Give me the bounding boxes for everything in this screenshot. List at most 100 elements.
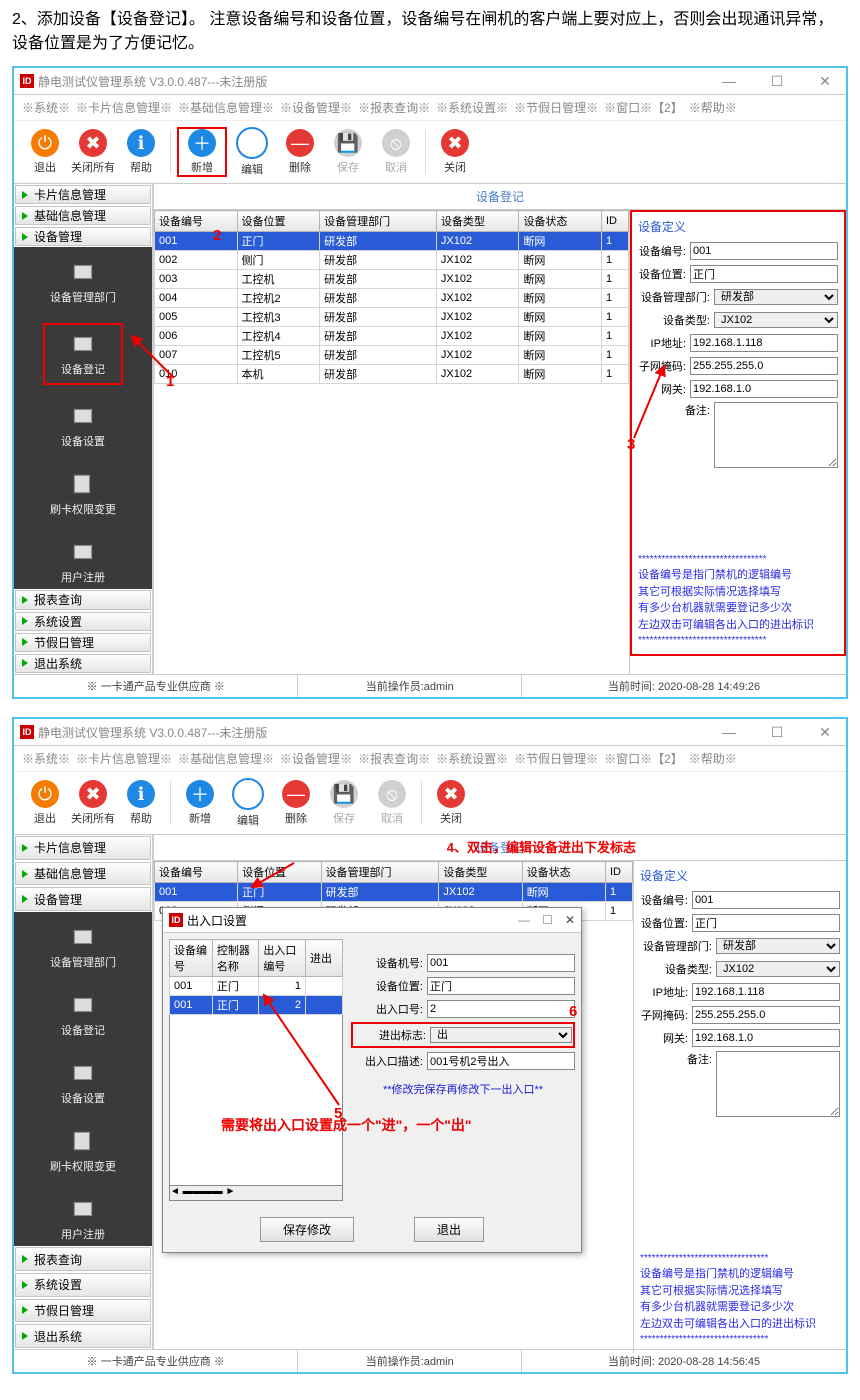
- menu-report[interactable]: ※报表查询※: [358, 750, 430, 767]
- input-mask[interactable]: [690, 357, 838, 375]
- table-row[interactable]: 001正门1: [170, 977, 343, 996]
- nav-item-device-setting[interactable]: 设备设置: [57, 1056, 109, 1110]
- edit-button[interactable]: ✎编辑: [229, 127, 275, 177]
- select-type[interactable]: JX102: [716, 961, 840, 977]
- minimize-button[interactable]: —: [714, 724, 744, 741]
- table-row[interactable]: 004工控机2研发部JX102断网1: [155, 289, 629, 308]
- input-device-pos[interactable]: [692, 914, 840, 932]
- device-table[interactable]: 设备编号设备位置设备管理部门设备类型设备状态ID 001正门研发部JX102断网…: [154, 210, 629, 384]
- exit-button[interactable]: ⏻退出: [22, 129, 68, 175]
- close-button[interactable]: ✖关闭: [432, 129, 478, 175]
- menu-system[interactable]: ※系统※: [22, 750, 70, 767]
- menu-basic[interactable]: ※基础信息管理※: [178, 750, 274, 767]
- menu-device[interactable]: ※设备管理※: [280, 99, 352, 116]
- menu-holiday[interactable]: ※节假日管理※: [514, 750, 598, 767]
- help-button[interactable]: ℹ帮助: [118, 129, 164, 175]
- input-device-num[interactable]: [692, 891, 840, 909]
- nav-report[interactable]: 报表查询: [15, 590, 151, 609]
- menu-window[interactable]: ※窗口※【2】: [604, 750, 683, 767]
- help-button[interactable]: ℹ帮助: [118, 780, 164, 826]
- input-ip[interactable]: [692, 983, 840, 1001]
- maximize-button[interactable]: ☐: [762, 73, 792, 90]
- input-remark[interactable]: [716, 1051, 840, 1117]
- delete-button[interactable]: —删除: [277, 129, 323, 175]
- nav-item-dept[interactable]: 设备管理部门: [46, 255, 120, 309]
- select-type[interactable]: JX102: [714, 312, 838, 328]
- input-remark[interactable]: [714, 402, 838, 468]
- table-row[interactable]: 001正门研发部JX102断网1: [155, 883, 633, 902]
- add-button[interactable]: ＋新增: [177, 780, 223, 826]
- nav-holiday[interactable]: 节假日管理: [15, 1299, 151, 1323]
- io-table[interactable]: 设备编号控制器名称出入口编号进出 001正门1 001正门2: [169, 939, 343, 1015]
- menu-help[interactable]: ※帮助※: [689, 750, 737, 767]
- nav-basic-info[interactable]: 基础信息管理: [15, 862, 151, 886]
- menu-window[interactable]: ※窗口※【2】: [604, 99, 683, 116]
- closeall-button[interactable]: ✖关闭所有: [70, 780, 116, 826]
- minimize-button[interactable]: —: [714, 73, 744, 90]
- table-row[interactable]: 002侧门研发部JX102断网1: [155, 251, 629, 270]
- save-button[interactable]: 💾保存: [321, 780, 367, 826]
- nav-card-info[interactable]: 卡片信息管理: [15, 836, 151, 860]
- input-device-pos[interactable]: [690, 265, 838, 283]
- table-row[interactable]: 001正门研发部JX102断网1: [155, 232, 629, 251]
- nav-report[interactable]: 报表查询: [15, 1247, 151, 1271]
- table-row[interactable]: 001正门2: [170, 996, 343, 1015]
- cancel-button[interactable]: ⦸取消: [369, 780, 415, 826]
- menu-basic[interactable]: ※基础信息管理※: [178, 99, 274, 116]
- select-dept[interactable]: 研发部: [716, 938, 840, 954]
- nav-item-card-perm[interactable]: 刷卡权限变更: [46, 1124, 120, 1178]
- menu-card[interactable]: ※卡片信息管理※: [76, 750, 172, 767]
- menu-settings[interactable]: ※系统设置※: [436, 99, 508, 116]
- nav-item-dept[interactable]: 设备管理部门: [46, 920, 120, 974]
- closeall-button[interactable]: ✖关闭所有: [70, 129, 116, 175]
- dlg-close-button[interactable]: ✕: [565, 913, 575, 927]
- nav-sys-settings[interactable]: 系统设置: [15, 612, 151, 631]
- select-flag[interactable]: 出: [430, 1027, 572, 1043]
- nav-item-device-setting[interactable]: 设备设置: [57, 399, 109, 453]
- dlg-max-button[interactable]: ☐: [542, 913, 553, 927]
- table-row[interactable]: 007工控机5研发部JX102断网1: [155, 346, 629, 365]
- cancel-button[interactable]: ⦸取消: [373, 129, 419, 175]
- exit-button[interactable]: ⏻退出: [22, 780, 68, 826]
- nav-card-info[interactable]: 卡片信息管理: [15, 185, 151, 204]
- menu-holiday[interactable]: ※节假日管理※: [514, 99, 598, 116]
- delete-button[interactable]: —删除: [273, 780, 319, 826]
- nav-item-card-perm[interactable]: 刷卡权限变更: [46, 467, 120, 521]
- close-window-button[interactable]: ✕: [810, 73, 840, 90]
- nav-sys-settings[interactable]: 系统设置: [15, 1273, 151, 1297]
- table-row[interactable]: 010本机研发部JX102断网1: [155, 365, 629, 384]
- nav-device-mgmt[interactable]: 设备管理: [15, 227, 151, 246]
- input-dlg-pos[interactable]: [427, 977, 575, 995]
- input-gw[interactable]: [692, 1029, 840, 1047]
- dlg-exit-button[interactable]: 退出: [414, 1217, 484, 1242]
- dlg-save-button[interactable]: 保存修改: [260, 1217, 354, 1242]
- input-mask[interactable]: [692, 1006, 840, 1024]
- maximize-button[interactable]: ☐: [762, 724, 792, 741]
- menu-help[interactable]: ※帮助※: [689, 99, 737, 116]
- edit-button[interactable]: ✎编辑: [225, 778, 271, 828]
- table-row[interactable]: 003工控机研发部JX102断网1: [155, 270, 629, 289]
- add-button[interactable]: ＋新增: [177, 127, 227, 177]
- input-device-num[interactable]: [690, 242, 838, 260]
- nav-item-device-register[interactable]: 设备登记: [57, 988, 109, 1042]
- menu-report[interactable]: ※报表查询※: [358, 99, 430, 116]
- close-button[interactable]: ✖关闭: [428, 780, 474, 826]
- nav-basic-info[interactable]: 基础信息管理: [15, 206, 151, 225]
- table-row[interactable]: 005工控机3研发部JX102断网1: [155, 308, 629, 327]
- input-desc[interactable]: [427, 1052, 575, 1070]
- select-dept[interactable]: 研发部: [714, 289, 838, 305]
- nav-item-device-register[interactable]: 设备登记: [43, 323, 123, 385]
- menu-card[interactable]: ※卡片信息管理※: [76, 99, 172, 116]
- menu-settings[interactable]: ※系统设置※: [436, 750, 508, 767]
- input-machno[interactable]: [427, 954, 575, 972]
- menu-device[interactable]: ※设备管理※: [280, 750, 352, 767]
- dlg-min-button[interactable]: —: [518, 913, 530, 927]
- save-button[interactable]: 💾保存: [325, 129, 371, 175]
- nav-holiday[interactable]: 节假日管理: [15, 633, 151, 652]
- nav-exit[interactable]: 退出系统: [15, 1324, 151, 1348]
- nav-device-mgmt[interactable]: 设备管理: [15, 887, 151, 911]
- input-gw[interactable]: [690, 380, 838, 398]
- table-row[interactable]: 006工控机4研发部JX102断网1: [155, 327, 629, 346]
- input-ip[interactable]: [690, 334, 838, 352]
- close-window-button[interactable]: ✕: [810, 724, 840, 741]
